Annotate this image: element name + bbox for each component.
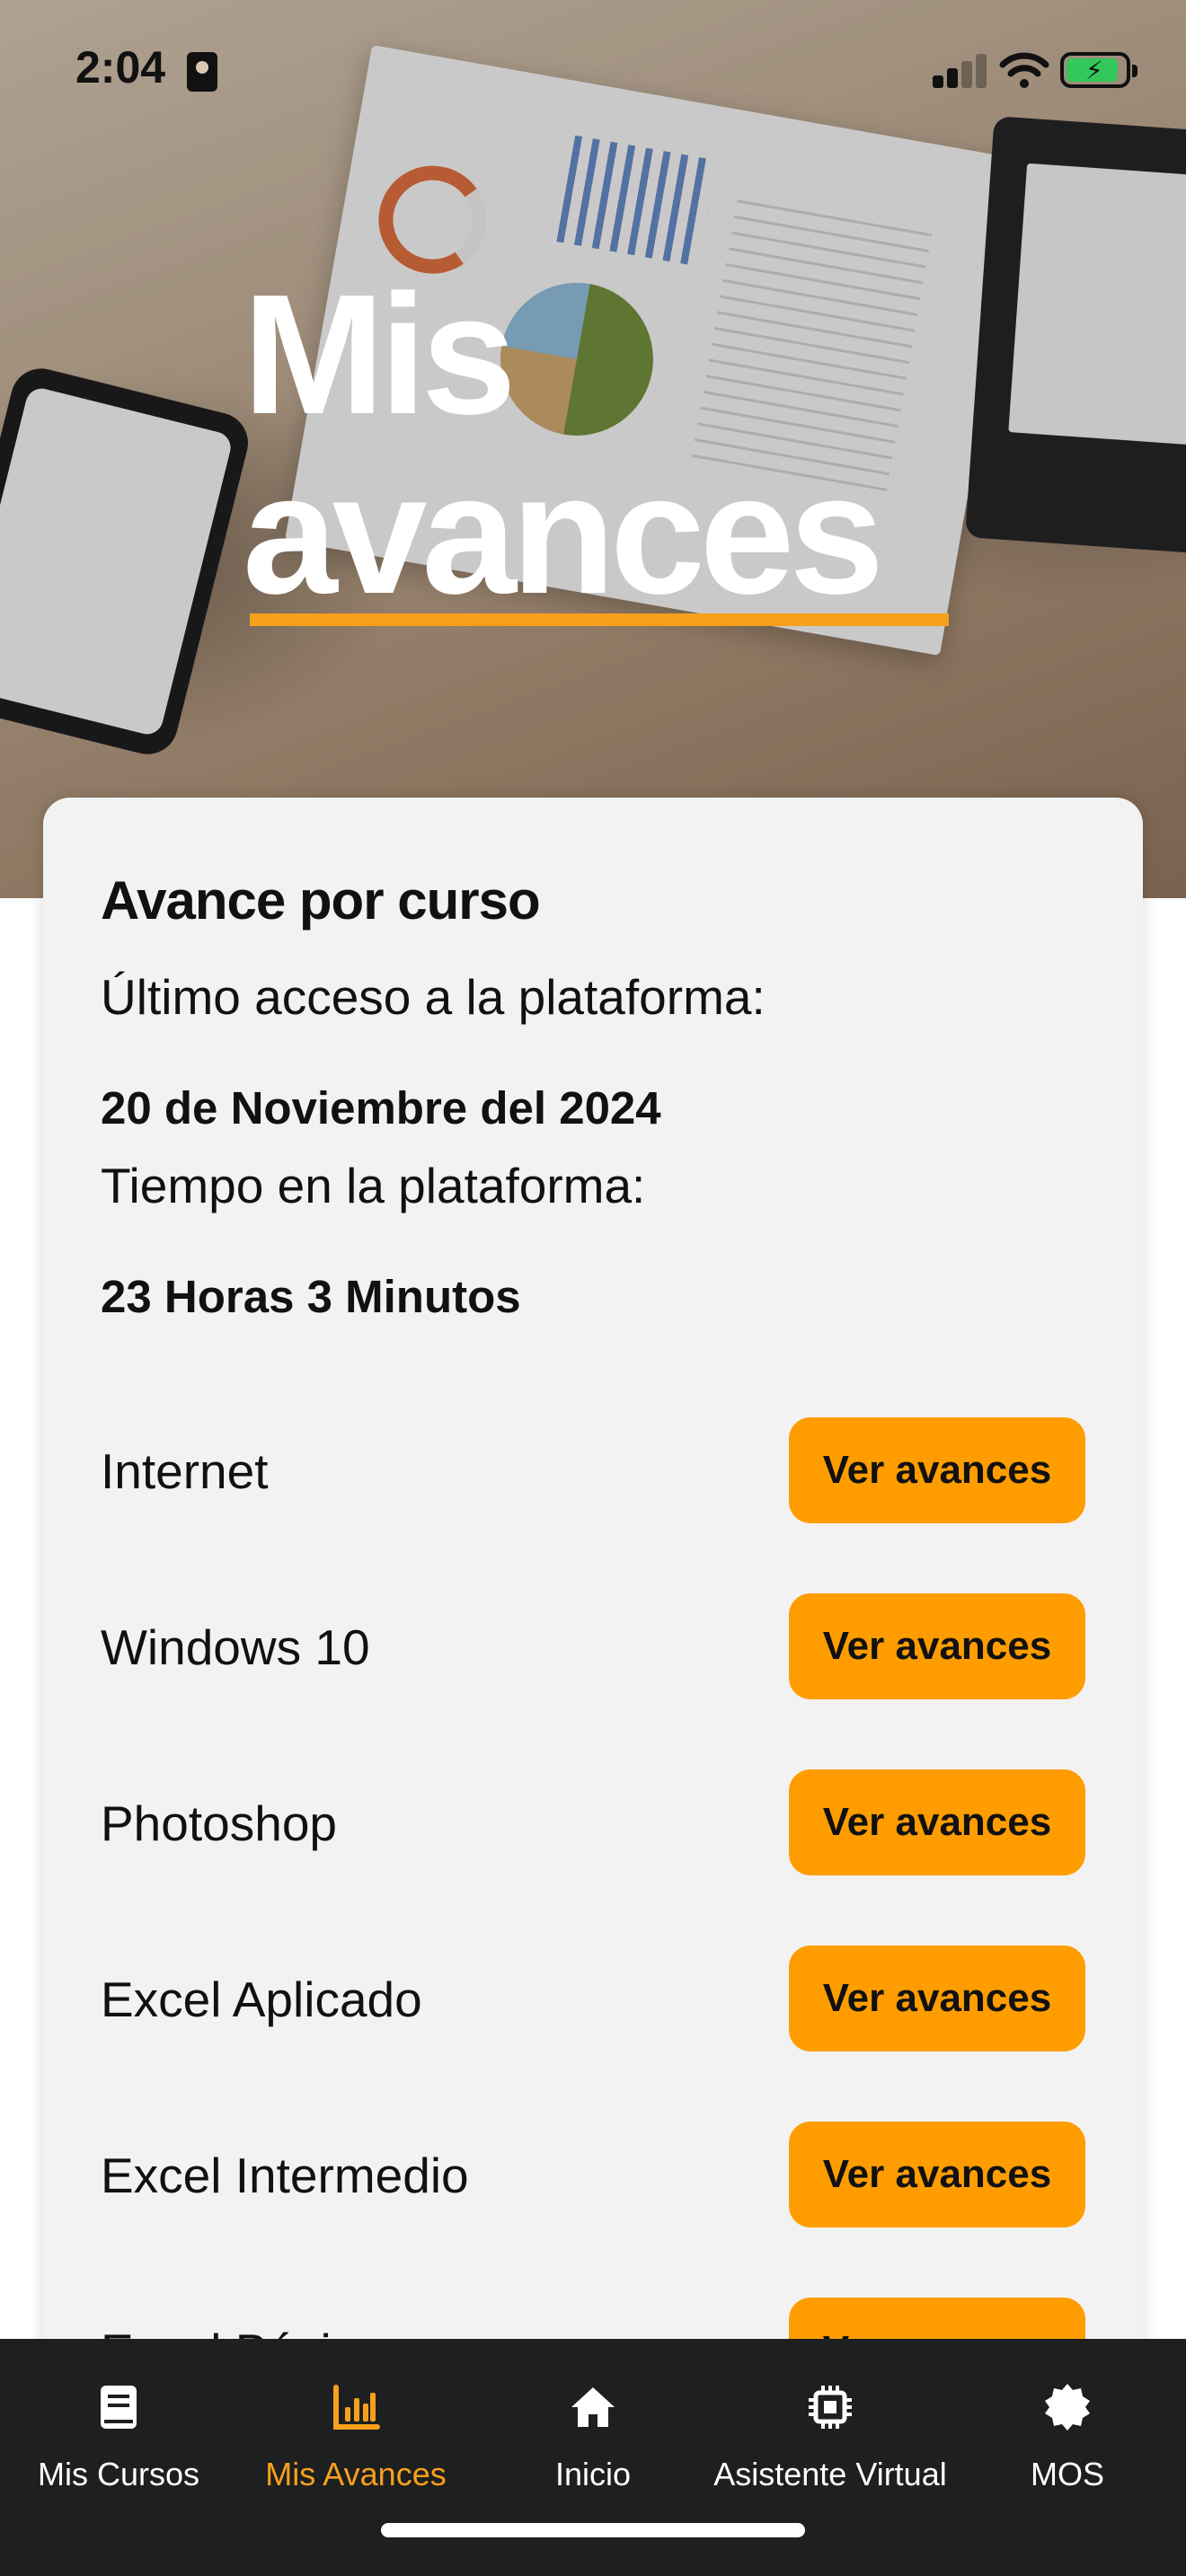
course-name: Windows 10 [101, 1619, 370, 1675]
nav-label: Inicio [554, 2456, 632, 2492]
nav-item-mis-avances[interactable]: Mis Avances [237, 2366, 474, 2501]
wifi-icon [999, 52, 1049, 88]
course-row: Windows 10 Ver avances [43, 1593, 1143, 1699]
course-name: Internet [101, 1443, 269, 1499]
hero-banner: Mis avances [0, 0, 1186, 898]
book-icon [101, 2386, 137, 2429]
home-indicator[interactable] [381, 2523, 805, 2537]
view-progress-button[interactable]: Ver avances [789, 2122, 1085, 2228]
badge-icon [1045, 2384, 1090, 2430]
hero-underline [250, 613, 949, 626]
nav-item-inicio[interactable]: Inicio [474, 2366, 712, 2501]
chart-icon [333, 2385, 380, 2430]
nav-item-mos[interactable]: MOS [949, 2366, 1186, 2501]
last-access-value: 20 de Noviembre del 2024 [101, 1082, 661, 1134]
contact-card-icon [187, 52, 217, 92]
time-label: Tiempo en la plataforma: [101, 1158, 646, 1213]
course-row: Excel Intermedio Ver avances [43, 2122, 1143, 2228]
course-name: Excel Aplicado [101, 1972, 422, 2027]
view-progress-button[interactable]: Ver avances [789, 1945, 1085, 2051]
course-name: Excel Intermedio [101, 2148, 469, 2203]
signal-icon [933, 52, 988, 88]
course-name: Photoshop [101, 1795, 337, 1851]
nav-label: MOS [1030, 2456, 1104, 2492]
chip-icon [809, 2386, 852, 2429]
nav-label: Mis Cursos [37, 2456, 200, 2492]
course-row: Excel Aplicado Ver avances [43, 1945, 1143, 2051]
course-row: Photoshop Ver avances [43, 1769, 1143, 1875]
card-title: Avance por curso [101, 870, 541, 931]
nav-label: Asistente Virtual [713, 2456, 947, 2492]
view-progress-button[interactable]: Ver avances [789, 1417, 1085, 1523]
progress-card: Avance por curso Último acceso a la plat… [43, 798, 1143, 2414]
last-access-label: Último acceso a la plataforma: [101, 969, 766, 1025]
time-value: 23 Horas 3 Minutos [101, 1271, 521, 1322]
home-icon [571, 2387, 615, 2427]
hero-title-line2: avances [243, 439, 884, 630]
hero-title: Mis avances [243, 260, 961, 629]
battery-icon: ⚡ [1060, 52, 1137, 88]
status-time: 2:04 [75, 42, 166, 93]
bottom-nav: Mis Cursos Mis Avances Inicio Asistente … [0, 2339, 1186, 2576]
nav-label: Mis Avances [265, 2456, 447, 2492]
course-row: Internet Ver avances [43, 1417, 1143, 1523]
status-bar: 2:04 ⚡ [0, 0, 1186, 135]
view-progress-button[interactable]: Ver avances [789, 1769, 1085, 1875]
nav-item-asistente-virtual[interactable]: Asistente Virtual [712, 2366, 949, 2501]
hero-title-line1: Mis [243, 260, 517, 450]
nav-item-mis-cursos[interactable]: Mis Cursos [0, 2366, 237, 2501]
view-progress-button[interactable]: Ver avances [789, 1593, 1085, 1699]
screen: Mis avances 2:04 ⚡ Avance por curso Últi… [0, 0, 1186, 2576]
